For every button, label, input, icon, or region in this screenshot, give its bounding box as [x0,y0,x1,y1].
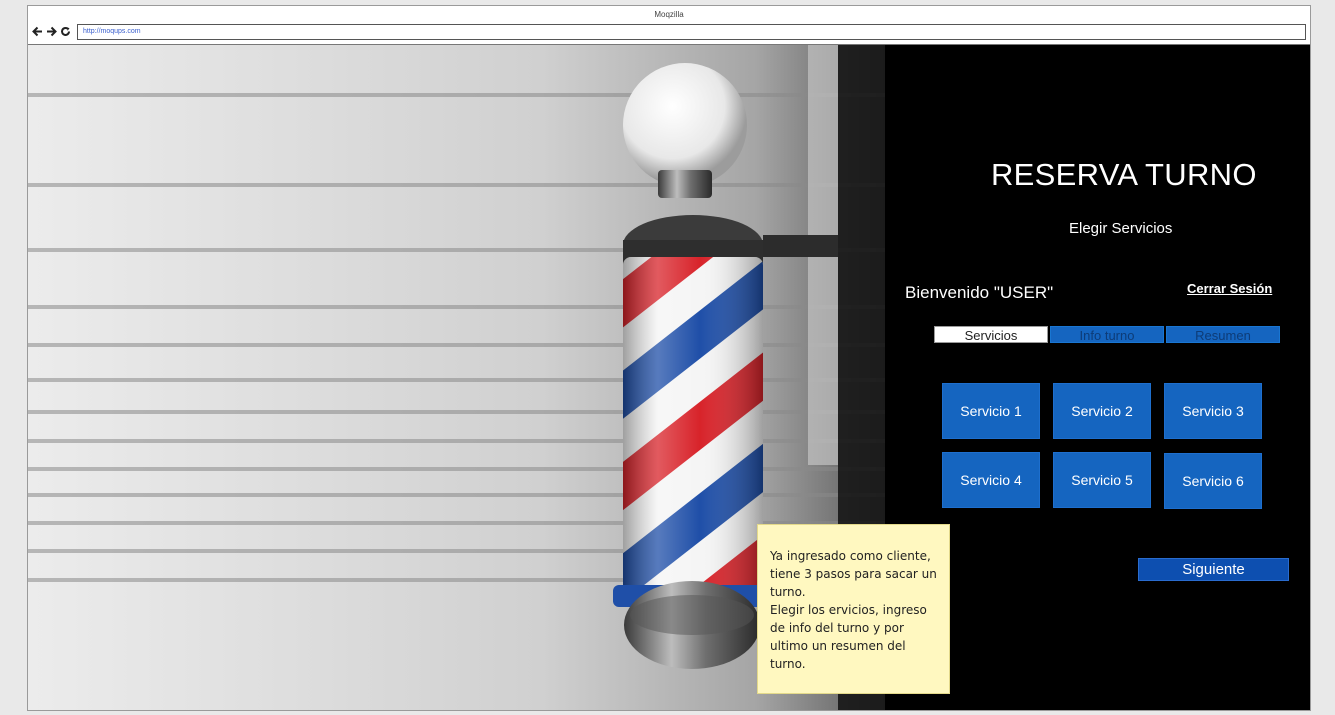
page-content: RESERVA TURNO Elegir Servicios Bienvenid… [28,44,1310,710]
service-5-button[interactable]: Servicio 5 [1053,452,1151,508]
note-line: ultimo un resumen del [770,639,906,653]
logout-link[interactable]: Cerrar Sesión [1187,281,1272,296]
step-tabs: Servicios Info turno Resumen [934,326,1280,343]
service-6-button[interactable]: Servicio 6 [1164,453,1262,509]
welcome-message: Bienvenido "USER" [905,283,1054,302]
service-3-button[interactable]: Servicio 3 [1164,383,1262,439]
note-line: turno. [770,585,806,599]
tab-info-turno[interactable]: Info turno [1050,326,1164,343]
note-line: Elegir los ervicios, ingreso [770,603,927,617]
tab-resumen[interactable]: Resumen [1166,326,1280,343]
reload-icon[interactable] [60,25,71,38]
note-line: tiene 3 pasos para sacar un [770,567,937,581]
service-4-button[interactable]: Servicio 4 [942,452,1040,508]
note-line: turno. [770,657,806,671]
page-title: RESERVA TURNO [991,157,1257,192]
arrow-left-icon[interactable] [32,25,43,38]
page-subtitle: Elegir Servicios [1069,220,1173,237]
service-1-button[interactable]: Servicio 1 [942,383,1040,439]
url-bar[interactable]: http://moqups.com [77,24,1306,40]
note-line: Ya ingresado como cliente, [770,549,931,563]
next-button[interactable]: Siguiente [1138,558,1289,581]
note-line: de info del turno y por [770,621,904,635]
tab-servicios[interactable]: Servicios [934,326,1048,343]
service-2-button[interactable]: Servicio 2 [1053,383,1151,439]
window-title: Moqzilla [654,10,684,19]
arrow-right-icon[interactable] [46,25,57,38]
browser-window: Moqzilla http://moqups.com RESERVA TURNO… [27,5,1311,711]
browser-nav [32,25,71,39]
sticky-note: Ya ingresado como cliente, tiene 3 pasos… [757,524,950,694]
